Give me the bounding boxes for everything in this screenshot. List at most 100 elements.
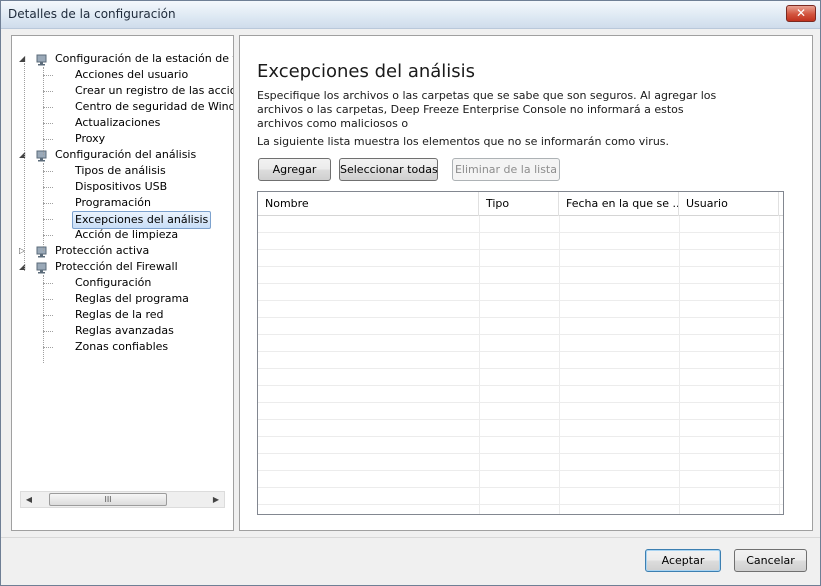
remove-from-list-button[interactable]: Eliminar de la lista <box>452 158 560 181</box>
tree-item[interactable]: Excepciones del análisis <box>12 211 232 229</box>
firewall-icon <box>34 260 50 274</box>
tree-item-label: Protección del Firewall <box>55 260 178 273</box>
list-gridline <box>559 216 560 514</box>
list-row <box>258 335 783 352</box>
list-row <box>258 352 783 369</box>
column-header-user[interactable]: Usuario <box>679 192 779 216</box>
list-row <box>258 369 783 386</box>
scroll-thumb[interactable]: III <box>49 493 167 506</box>
tree-item-label: Reglas del programa <box>75 292 189 305</box>
tree-item[interactable]: Programación <box>12 195 232 211</box>
tree-item-label: Acción de limpieza <box>75 228 179 241</box>
tree-connector <box>43 107 53 108</box>
tree-item[interactable]: Dispositivos USB <box>12 179 232 195</box>
tree-connector <box>24 63 25 271</box>
scan-settings-icon <box>34 148 50 162</box>
tree-item[interactable]: ◢ Configuración de la estación de trat <box>16 51 234 67</box>
column-header-name[interactable]: Nombre <box>258 192 479 216</box>
list-row <box>258 471 783 488</box>
tree-item[interactable]: Tipos de análisis <box>12 163 232 179</box>
close-icon: ✕ <box>795 6 807 20</box>
tree-connector <box>43 347 53 348</box>
list-row <box>258 437 783 454</box>
tree-item-label: Configuración de la estación de trat <box>55 52 234 65</box>
tree-item-label: Reglas avanzadas <box>75 324 174 337</box>
tree-item-label: Tipos de análisis <box>75 164 166 177</box>
tree-connector <box>43 123 53 124</box>
tree-item-label: Crear un registro de las accione <box>75 84 234 97</box>
tree-item-label: Proxy <box>75 132 106 145</box>
tree-item-label: Programación <box>75 196 151 209</box>
window-title: Detalles de la configuración <box>8 7 176 21</box>
cancel-button[interactable]: Cancelar <box>734 549 807 572</box>
tree-item[interactable]: ▷ Protección activa <box>16 243 233 259</box>
tree-item[interactable]: Centro de seguridad de Window <box>12 99 234 115</box>
workstation-lock-icon <box>34 52 50 66</box>
tree-item[interactable]: Actualizaciones <box>12 115 232 131</box>
tree-connector <box>43 163 44 251</box>
close-button[interactable]: ✕ <box>786 5 816 22</box>
tree-item-label: Centro de seguridad de Window <box>75 100 234 113</box>
list-row <box>258 420 783 437</box>
list-row <box>258 301 783 318</box>
tree-item[interactable]: Proxy <box>12 131 232 147</box>
tree-horizontal-scrollbar[interactable]: ◀ III ▶ <box>20 491 225 508</box>
tree-item[interactable]: Zonas confiables <box>12 339 232 355</box>
tree-item[interactable]: Crear un registro de las accione <box>12 83 234 99</box>
list-row <box>258 403 783 420</box>
tree-connector <box>43 139 53 140</box>
scroll-right-icon[interactable]: ▶ <box>208 492 224 507</box>
tree-connector <box>43 235 53 236</box>
list-row <box>258 267 783 284</box>
list-header: Nombre Tipo Fecha en la que se ... Usuar… <box>258 192 783 216</box>
list-gridline <box>479 216 480 514</box>
column-header-date[interactable]: Fecha en la que se ... <box>559 192 679 216</box>
list-row <box>258 318 783 335</box>
exceptions-list[interactable]: Nombre Tipo Fecha en la que se ... Usuar… <box>257 191 784 515</box>
tree-item[interactable]: Reglas del programa <box>12 291 232 307</box>
tree-item[interactable]: ◢ Protección del Firewall <box>16 259 233 275</box>
tree-item-label: Actualizaciones <box>75 116 161 129</box>
list-row <box>258 250 783 267</box>
tree-item[interactable]: Reglas de la red <box>12 307 232 323</box>
page-description: Especifique los archivos o las carpetas … <box>257 89 717 130</box>
tree-connector <box>43 203 53 204</box>
list-info-text: La siguiente lista muestra los elementos… <box>257 135 670 148</box>
ok-button[interactable]: Aceptar <box>645 549 721 572</box>
tree-connector <box>43 299 53 300</box>
tree-item[interactable]: ◢ Configuración del análisis <box>16 147 233 163</box>
tree-connector <box>43 283 53 284</box>
list-row <box>258 488 783 505</box>
content-panel: Excepciones del análisis Especifique los… <box>239 35 813 531</box>
list-row <box>258 216 783 233</box>
title-bar[interactable]: Detalles de la configuración ✕ <box>1 1 820 29</box>
tree-item-label: Configuración del análisis <box>55 148 197 161</box>
tree-item-label: Acciones del usuario <box>75 68 189 81</box>
tree-item-label: Reglas de la red <box>75 308 164 321</box>
list-body[interactable] <box>258 216 783 514</box>
tree-item-label: Protección activa <box>55 244 150 257</box>
scroll-left-icon[interactable]: ◀ <box>21 492 37 507</box>
select-all-button[interactable]: Seleccionar todas <box>339 158 438 181</box>
settings-tree: ◢ Configuración de la estación de trat Acc… <box>11 35 234 531</box>
tree-item-label: Dispositivos USB <box>75 180 168 193</box>
tree-item[interactable]: Reglas avanzadas <box>12 323 232 339</box>
list-row <box>258 284 783 301</box>
settings-dialog: Detalles de la configuración ✕ ◢ Configur… <box>0 0 821 586</box>
tree-connector <box>43 67 44 155</box>
tree-connector <box>43 75 53 76</box>
add-button[interactable]: Agregar <box>258 158 331 181</box>
column-header-type[interactable]: Tipo <box>479 192 559 216</box>
page-title: Excepciones del análisis <box>257 61 476 82</box>
tree-item[interactable]: Acciones del usuario <box>12 67 232 83</box>
tree-connector <box>43 171 53 172</box>
list-row <box>258 386 783 403</box>
tree-connector <box>43 275 44 363</box>
list-gridline <box>679 216 680 514</box>
list-row <box>258 454 783 471</box>
tree-connector <box>43 91 53 92</box>
tree-connector <box>43 219 53 220</box>
tree-item[interactable]: Configuración <box>12 275 232 291</box>
tree-item[interactable]: Acción de limpieza <box>12 227 232 243</box>
tree-connector <box>43 315 53 316</box>
